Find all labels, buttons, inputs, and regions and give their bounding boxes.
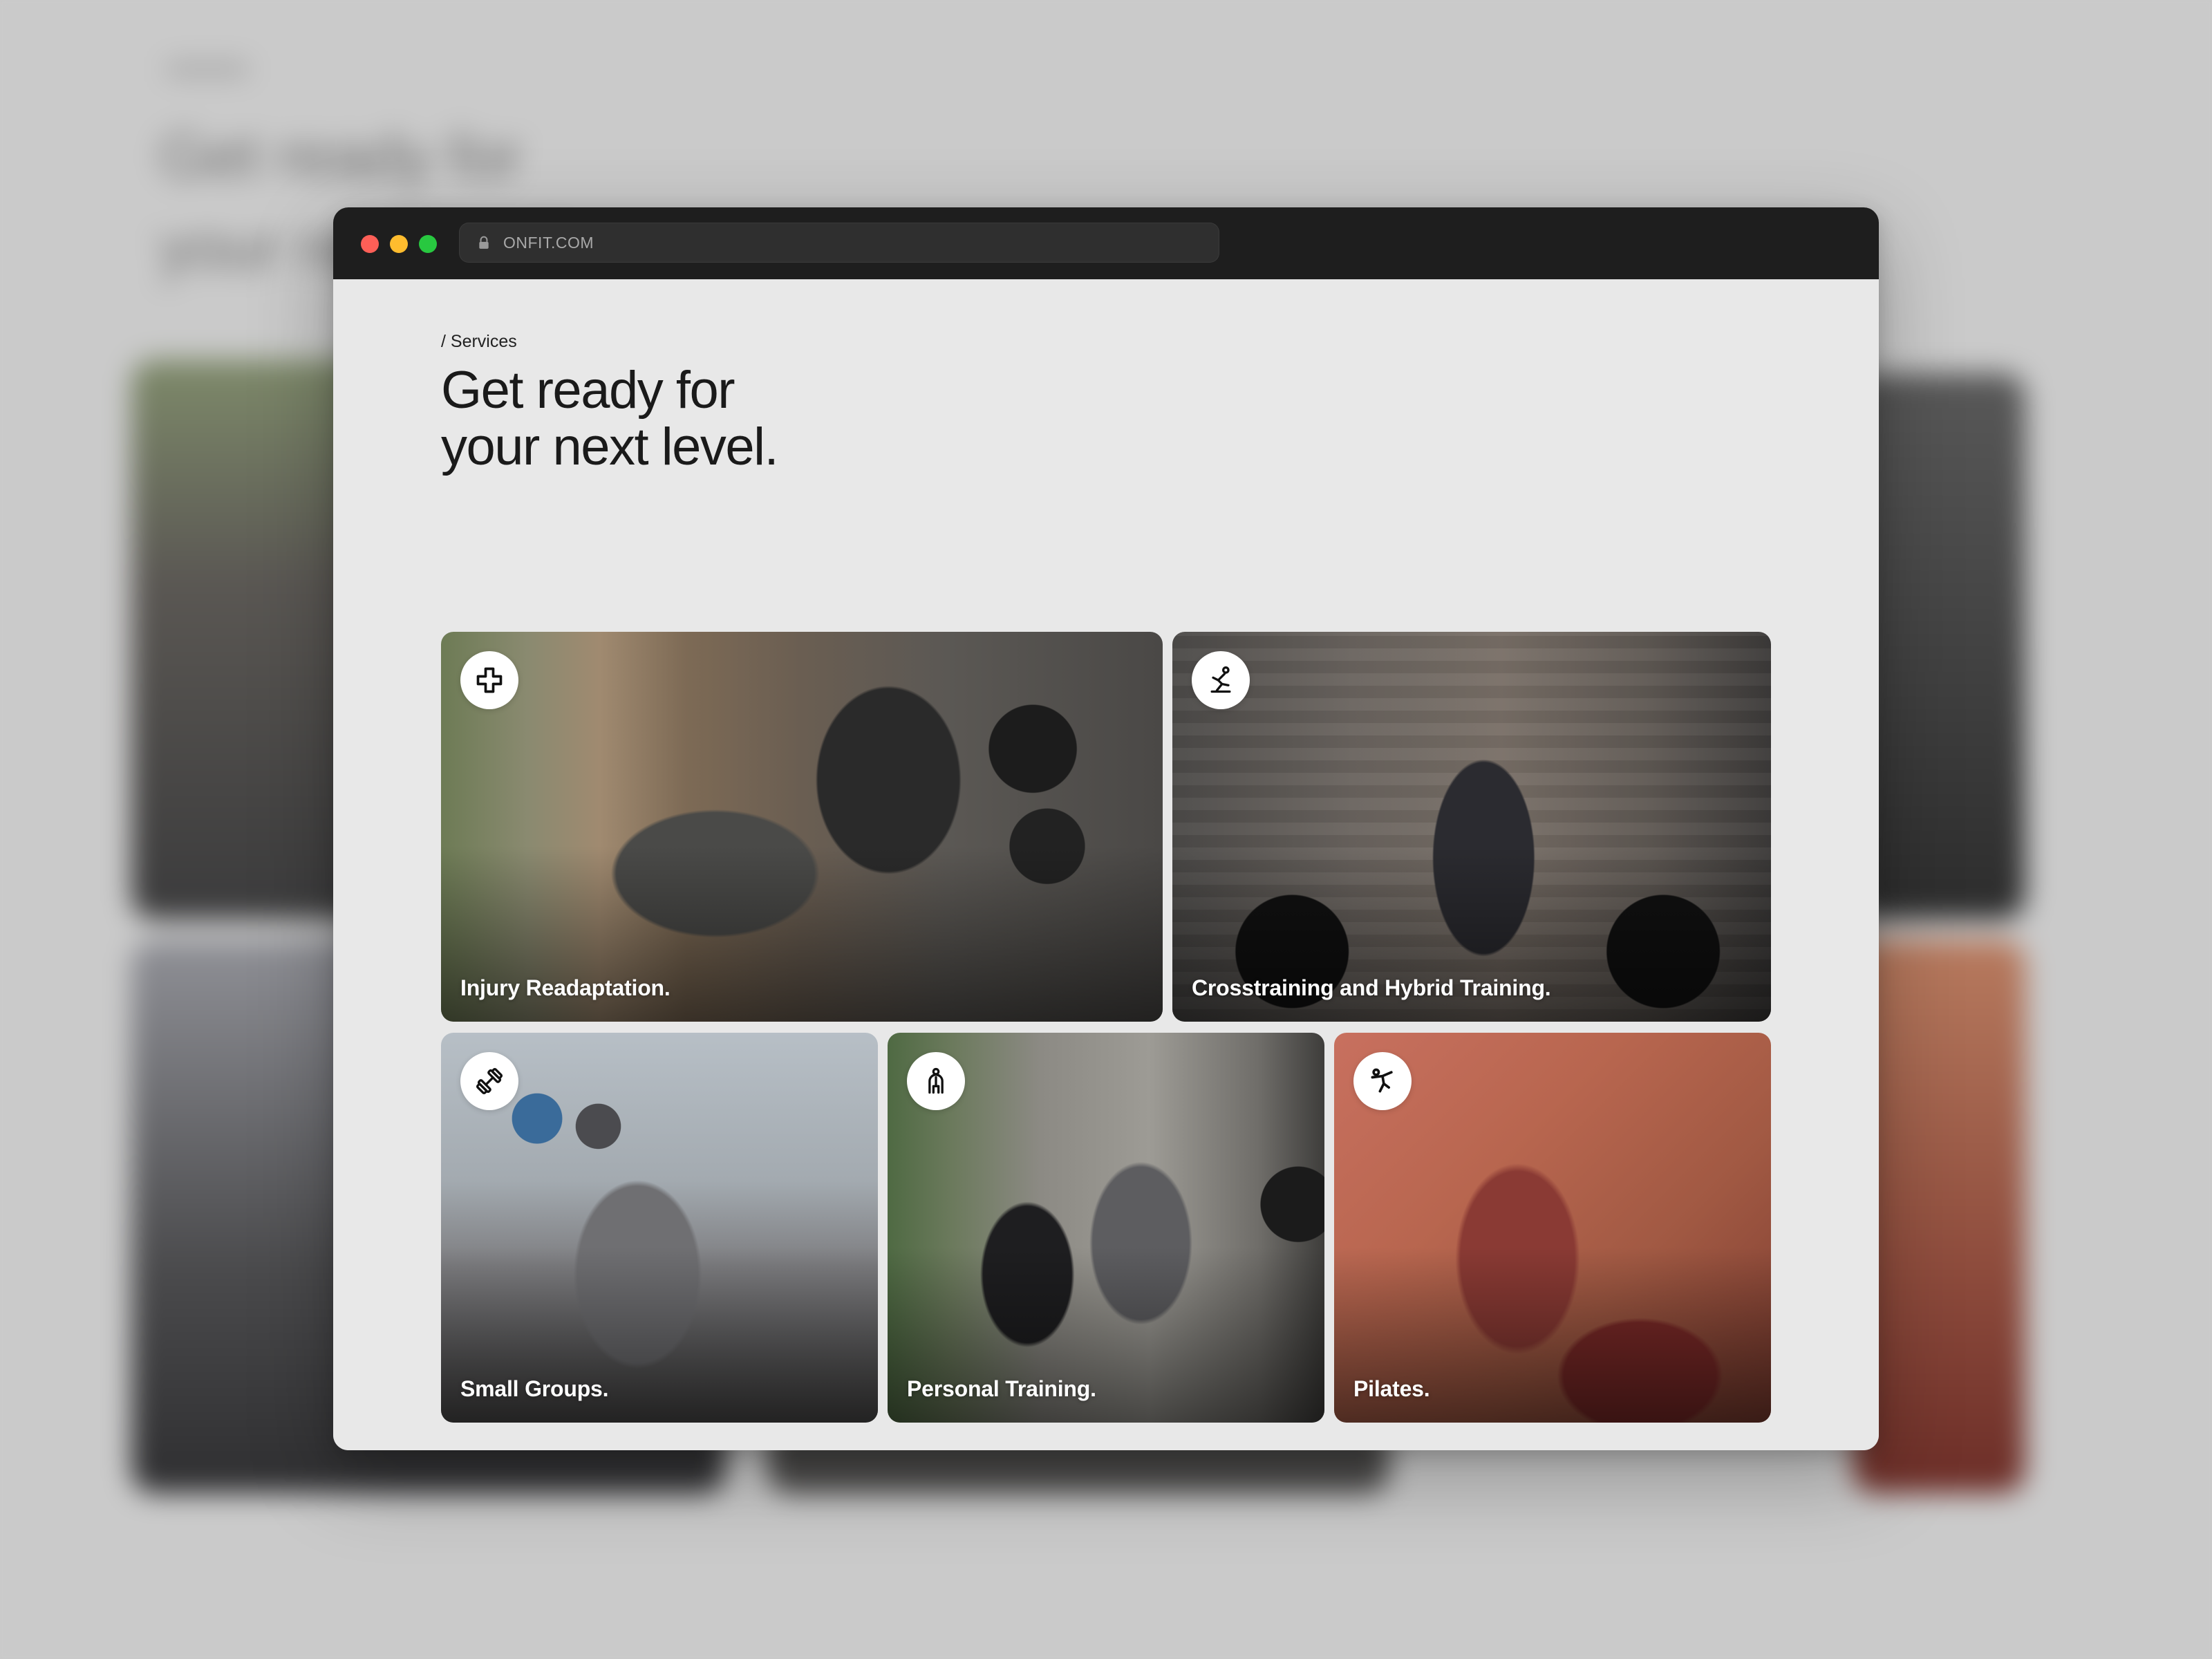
page-content: / Services Get ready for your next level… (333, 279, 1879, 1450)
address-bar[interactable]: ONFIT.COM (459, 223, 1219, 263)
service-card-label: Personal Training. (907, 1376, 1096, 1401)
zoom-window-button[interactable] (419, 235, 437, 253)
service-card-small-groups[interactable]: Small Groups. (441, 1033, 878, 1423)
service-card-label: Injury Readaptation. (460, 975, 671, 1000)
page-title-line2: your next level. (441, 418, 779, 476)
medical-cross-icon (460, 651, 518, 709)
service-card-crosstraining[interactable]: Crosstraining and Hybrid Training. (1172, 632, 1771, 1022)
page-title-line1: Get ready for (441, 361, 735, 420)
service-card-label: Pilates. (1353, 1376, 1430, 1401)
service-card-label: Small Groups. (460, 1376, 609, 1401)
lock-icon (474, 232, 494, 253)
service-card-personal-training[interactable]: Personal Training. (888, 1033, 1324, 1423)
url-text: ONFIT.COM (503, 233, 594, 252)
breadcrumb[interactable]: / Services (441, 332, 517, 352)
service-card-label: Crosstraining and Hybrid Training. (1192, 975, 1551, 1000)
backdrop-breadcrumb (166, 62, 249, 76)
service-card-pilates[interactable]: Pilates. (1334, 1033, 1771, 1423)
dumbbell-icon (460, 1052, 518, 1110)
backdrop-title-line1: Get ready for (159, 121, 522, 191)
browser-titlebar: ONFIT.COM (333, 207, 1879, 279)
kick-pose-icon (1353, 1052, 1412, 1110)
kettlebell-swing-icon (1192, 651, 1250, 709)
browser-window: ONFIT.COM / Services Get ready for your … (333, 207, 1879, 1450)
close-window-button[interactable] (361, 235, 379, 253)
minimize-window-button[interactable] (390, 235, 408, 253)
page-title: Get ready for your next level. (441, 362, 1063, 476)
service-card-injury-readaptation[interactable]: Injury Readaptation. (441, 632, 1163, 1022)
trainer-person-icon (907, 1052, 965, 1110)
